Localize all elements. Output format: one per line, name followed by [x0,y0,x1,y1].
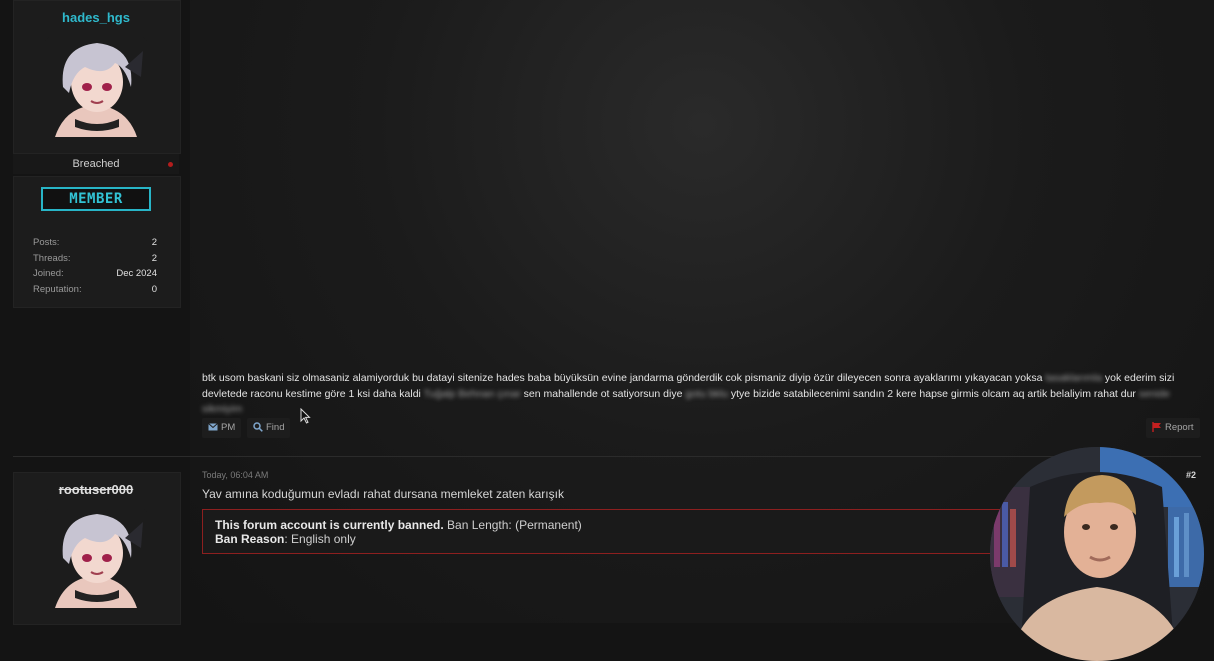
ban-length-text: Ban Length: (Permanent) [443,518,582,532]
ban-notice: This forum account is currently banned. … [202,509,1004,554]
stat-value[interactable]: 0 [152,284,157,295]
ban-reason-line: Ban Reason: English only [215,532,356,546]
post-number-link[interactable]: #2 [1186,470,1196,480]
stat-posts: Posts: 2 [33,237,157,248]
webcam-overlay [990,447,1204,661]
pm-button[interactable]: PM [202,418,242,438]
stat-label: Posts: [33,237,60,248]
blurred-text: Tuğalp Behnan çınar [423,387,521,400]
report-button[interactable]: Report [1146,418,1200,438]
member-badge: MEMBER [41,187,151,211]
flag-icon [1152,422,1161,433]
pm-label: PM [221,422,236,433]
post-timestamp: Today, 06:04 AM [202,470,269,480]
ban-status-text: This forum account is currently banned. [215,518,444,532]
post-divider [13,456,1201,457]
post-body: Yav amına koduğumun evladı rahat dursana… [202,487,564,501]
ban-reason-text: : English only [284,532,356,546]
ban-length-line: This forum account is currently banned. … [215,518,582,532]
author-group: Breached [13,154,179,174]
stat-label: Reputation: [33,284,82,295]
author-avatar[interactable] [45,37,147,139]
ban-reason-label: Ban Reason [215,532,285,546]
post-body: btk usom baskani siz olmasaniz alamiyord… [202,371,1202,418]
avatar-image [45,37,147,139]
author-username[interactable]: hades_hgs [13,10,179,25]
group-label: Breached [72,158,120,170]
stat-joined: Joined: Dec 2024 [33,268,157,279]
blurred-text: tasaklarımla [1045,372,1102,384]
post-text-segment: ytye bizide satabilecenimi sandın 2 kere… [730,387,1136,400]
stat-label: Threads: [33,253,71,264]
find-label: Find [266,422,285,433]
stat-value: Dec 2024 [116,268,157,279]
banned-author-username[interactable]: rootuser000 [13,482,179,497]
stat-threads: Threads: 2 [33,253,157,264]
post-text-segment: btk usom baskani siz olmasaniz alamiyord… [202,372,1043,384]
find-button[interactable]: Find [247,418,291,438]
author-avatar[interactable] [45,508,147,610]
stat-value[interactable]: 2 [152,253,157,264]
stat-label: Joined: [33,268,64,279]
mouse-cursor-icon [300,408,311,424]
blurred-text: gotu bklu [685,387,728,400]
stat-value[interactable]: 2 [152,237,157,248]
post-text-segment: sen mahallende ot satiyorsun diye [523,387,683,400]
envelope-icon [208,423,218,431]
search-icon [253,422,263,433]
stat-reputation: Reputation: 0 [33,284,157,295]
avatar-image [45,508,147,610]
report-label: Report [1165,422,1194,433]
offline-status-dot [168,162,173,167]
streamer-video-image [990,447,1204,661]
